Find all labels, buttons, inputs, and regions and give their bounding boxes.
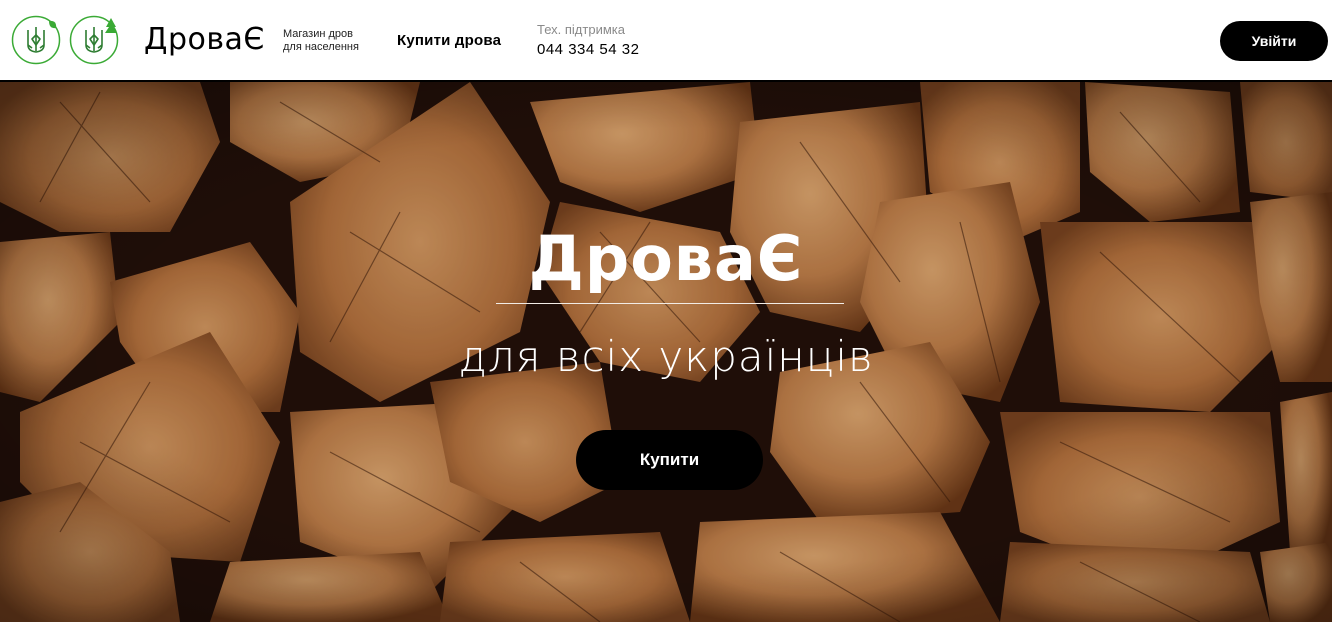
hero-subtitle: для всіх українців [458, 332, 874, 381]
support-phone[interactable]: 044 334 54 32 [537, 41, 639, 58]
hero-divider [496, 303, 844, 304]
trident-leaf-icon[interactable] [11, 15, 61, 65]
support-label: Тех. підтримка [537, 22, 625, 37]
tagline-line-2: для населення [283, 41, 359, 53]
hero-title: ДроваЄ [528, 222, 804, 295]
site-header: ДроваЄ Магазин дров для населення Купити… [0, 0, 1332, 82]
brand-tagline: Магазин дров для населення [283, 28, 393, 54]
nav-link-buy-firewood[interactable]: Купити дрова [397, 32, 501, 49]
hero-section: ДроваЄ для всіх українців Купити [0, 82, 1332, 622]
trident-tree-icon[interactable] [69, 15, 119, 65]
tagline-line-1: Магазин дров [283, 28, 353, 40]
login-button[interactable]: Увійти [1220, 21, 1328, 61]
brand-logo-text[interactable]: ДроваЄ [144, 22, 265, 57]
buy-button[interactable]: Купити [576, 430, 763, 490]
